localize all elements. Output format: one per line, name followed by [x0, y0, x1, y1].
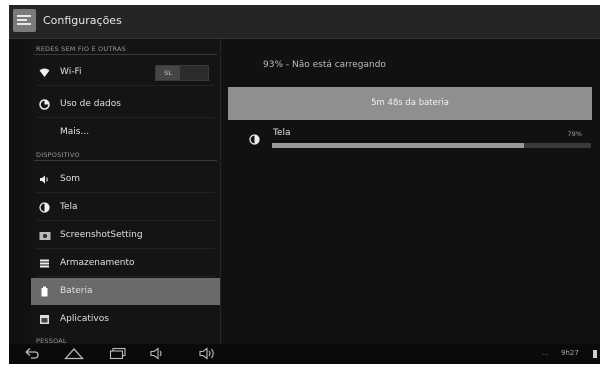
sidebar-item-label: Uso de dados [60, 99, 121, 109]
volume-up-icon[interactable] [198, 347, 218, 360]
list-divider [36, 248, 215, 249]
sidebar-item-display[interactable]: Tela [31, 194, 220, 221]
wifi-toggle[interactable]: SL [155, 65, 209, 81]
list-divider [36, 117, 215, 118]
section-divider [34, 160, 217, 161]
sidebar-item-label: Som [60, 174, 80, 184]
wifi-icon [39, 67, 50, 78]
sidebar-item-label: Mais... [60, 127, 90, 137]
battery-time-label: 5m 48s da bateria [371, 98, 449, 108]
sidebar-item-label: Wi-Fi [60, 67, 82, 77]
camera-icon [39, 230, 51, 241]
sidebar-item-label: Aplicativos [60, 314, 109, 324]
sidebar-item-label: Armazenamento [60, 258, 135, 268]
action-bar: Configurações [9, 5, 600, 39]
settings-headers-list: REDES SEM FIO E OUTRAS Wi-Fi SL Uso de d… [31, 39, 221, 345]
list-divider [36, 220, 215, 221]
section-header-wireless: REDES SEM FIO E OUTRAS [36, 45, 126, 53]
sidebar-item-more[interactable]: Mais... [31, 119, 220, 146]
brightness-icon [249, 134, 260, 145]
storage-icon [39, 258, 50, 269]
battery-time-graph[interactable]: 5m 48s da bateria [228, 87, 592, 120]
sidebar-item-screenshot-setting[interactable]: ScreenshotSetting [31, 222, 220, 249]
section-header-device: DISPOSITIVO [36, 151, 80, 159]
list-divider [36, 276, 215, 277]
device-screen: Configurações REDES SEM FIO E OUTRAS Wi-… [9, 5, 600, 364]
usage-item-percent: 79% [567, 130, 582, 138]
system-navigation-bar: ... 9h27 [9, 344, 600, 364]
notification-overflow: ... [542, 349, 549, 357]
app-title: Configurações [43, 14, 122, 27]
section-divider [34, 54, 217, 55]
sidebar-item-data-usage[interactable]: Uso de dados [31, 91, 220, 118]
battery-usage-item-display[interactable]: Tela 79% [228, 123, 592, 157]
sidebar-item-storage[interactable]: Armazenamento [31, 250, 220, 277]
sidebar-item-battery[interactable]: Bateria [31, 278, 220, 305]
settings-app-icon[interactable] [13, 9, 36, 32]
sidebar-item-wifi[interactable]: Wi-Fi SL [31, 59, 220, 86]
battery-icon [39, 286, 50, 297]
list-divider [36, 192, 215, 193]
sidebar-item-label: Bateria [60, 286, 93, 296]
sidebar-item-sound[interactable]: Som [31, 166, 220, 193]
speaker-icon [39, 174, 50, 185]
usage-progress-track [272, 143, 591, 148]
apps-icon [39, 314, 50, 325]
usage-item-label: Tela [273, 128, 291, 138]
data-usage-icon [39, 99, 50, 110]
brightness-icon [39, 202, 50, 213]
back-icon[interactable] [24, 347, 40, 360]
usage-progress-fill [272, 143, 524, 148]
wifi-toggle-knob: SL [156, 66, 180, 80]
sidebar-item-label: ScreenshotSetting [60, 230, 143, 240]
sidebar-item-apps[interactable]: Aplicativos [31, 306, 220, 333]
recent-apps-icon[interactable] [109, 347, 127, 360]
volume-down-icon[interactable] [149, 347, 165, 360]
home-icon[interactable] [64, 347, 84, 360]
sidebar-item-label: Tela [60, 202, 78, 212]
battery-status-text: 93% - Não está carregando [263, 60, 386, 70]
list-divider [36, 85, 215, 86]
battery-status-icon [593, 350, 597, 358]
status-clock[interactable]: 9h27 [561, 349, 579, 357]
